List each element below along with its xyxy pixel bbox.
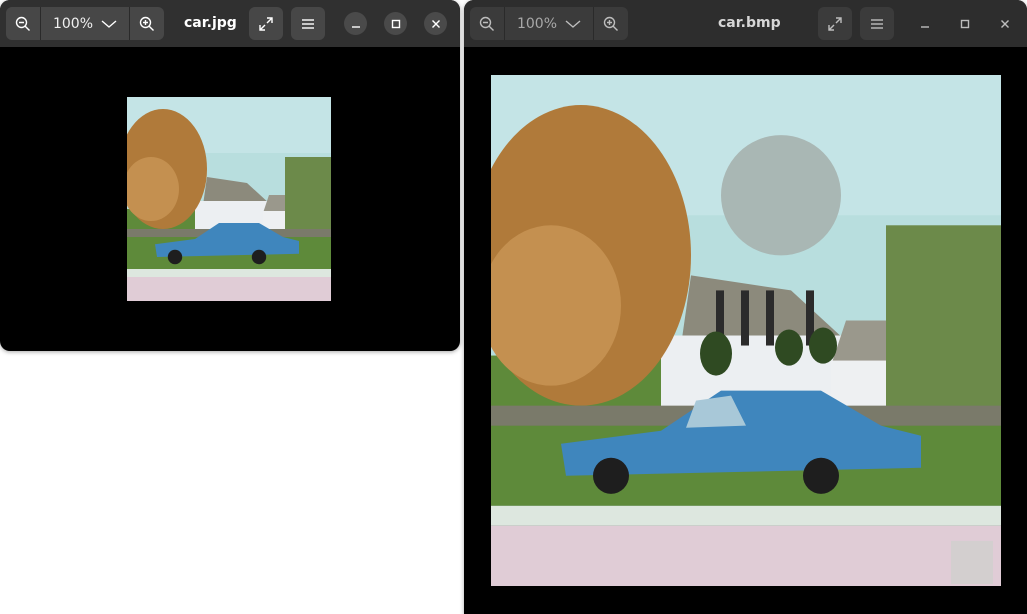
minimize-button[interactable]: [913, 12, 936, 35]
zoom-controls: 100%: [470, 7, 628, 40]
zoom-in-button[interactable]: [130, 7, 164, 40]
zoom-level-label: 100%: [516, 15, 558, 32]
image-viewer-window-bmp: 100% car.bmp: [464, 0, 1027, 614]
zoom-controls: 100%: [6, 7, 164, 40]
fullscreen-button[interactable]: [818, 7, 852, 40]
close-button[interactable]: [993, 12, 1016, 35]
fullscreen-button[interactable]: [249, 7, 283, 40]
zoom-level-dropdown[interactable]: 100%: [505, 7, 593, 40]
zoom-out-button[interactable]: [470, 7, 504, 40]
zoom-in-button[interactable]: [594, 7, 628, 40]
zoom-out-icon: [479, 16, 494, 31]
hamburger-menu-icon: [302, 18, 314, 29]
zoom-in-icon: [603, 16, 618, 31]
header-bar: 100% car.bmp: [464, 0, 1027, 47]
header-bar: 100% car.jpg: [0, 0, 460, 47]
zoom-level-label: 100%: [52, 15, 94, 32]
window-title: car.jpg: [184, 15, 237, 31]
image-canvas[interactable]: [491, 75, 1001, 586]
zoom-out-icon: [15, 16, 30, 31]
window-title: car.bmp: [718, 15, 781, 31]
maximize-button[interactable]: [384, 12, 407, 35]
car-photo: [127, 97, 331, 301]
close-icon: [431, 19, 440, 28]
maximize-button[interactable]: [953, 12, 976, 35]
zoom-out-button[interactable]: [6, 7, 40, 40]
minimize-icon: [920, 25, 929, 28]
main-menu-button[interactable]: [860, 7, 894, 40]
main-menu-button[interactable]: [291, 7, 325, 40]
image-canvas[interactable]: [127, 97, 331, 301]
chevron-down-icon: [565, 19, 581, 28]
hamburger-menu-icon: [871, 18, 883, 29]
fullscreen-icon: [259, 16, 273, 31]
minimize-button[interactable]: [344, 12, 367, 35]
maximize-icon: [391, 19, 400, 28]
image-viewer-window-jpg: 100% car.jpg: [0, 0, 460, 351]
minimize-icon: [351, 25, 360, 28]
close-button[interactable]: [424, 12, 447, 35]
zoom-level-dropdown[interactable]: 100%: [41, 7, 129, 40]
close-icon: [1000, 19, 1009, 28]
chevron-down-icon: [101, 19, 117, 28]
car-photo: [491, 75, 1001, 586]
maximize-icon: [960, 19, 969, 28]
zoom-in-icon: [139, 16, 154, 31]
fullscreen-icon: [828, 16, 842, 31]
